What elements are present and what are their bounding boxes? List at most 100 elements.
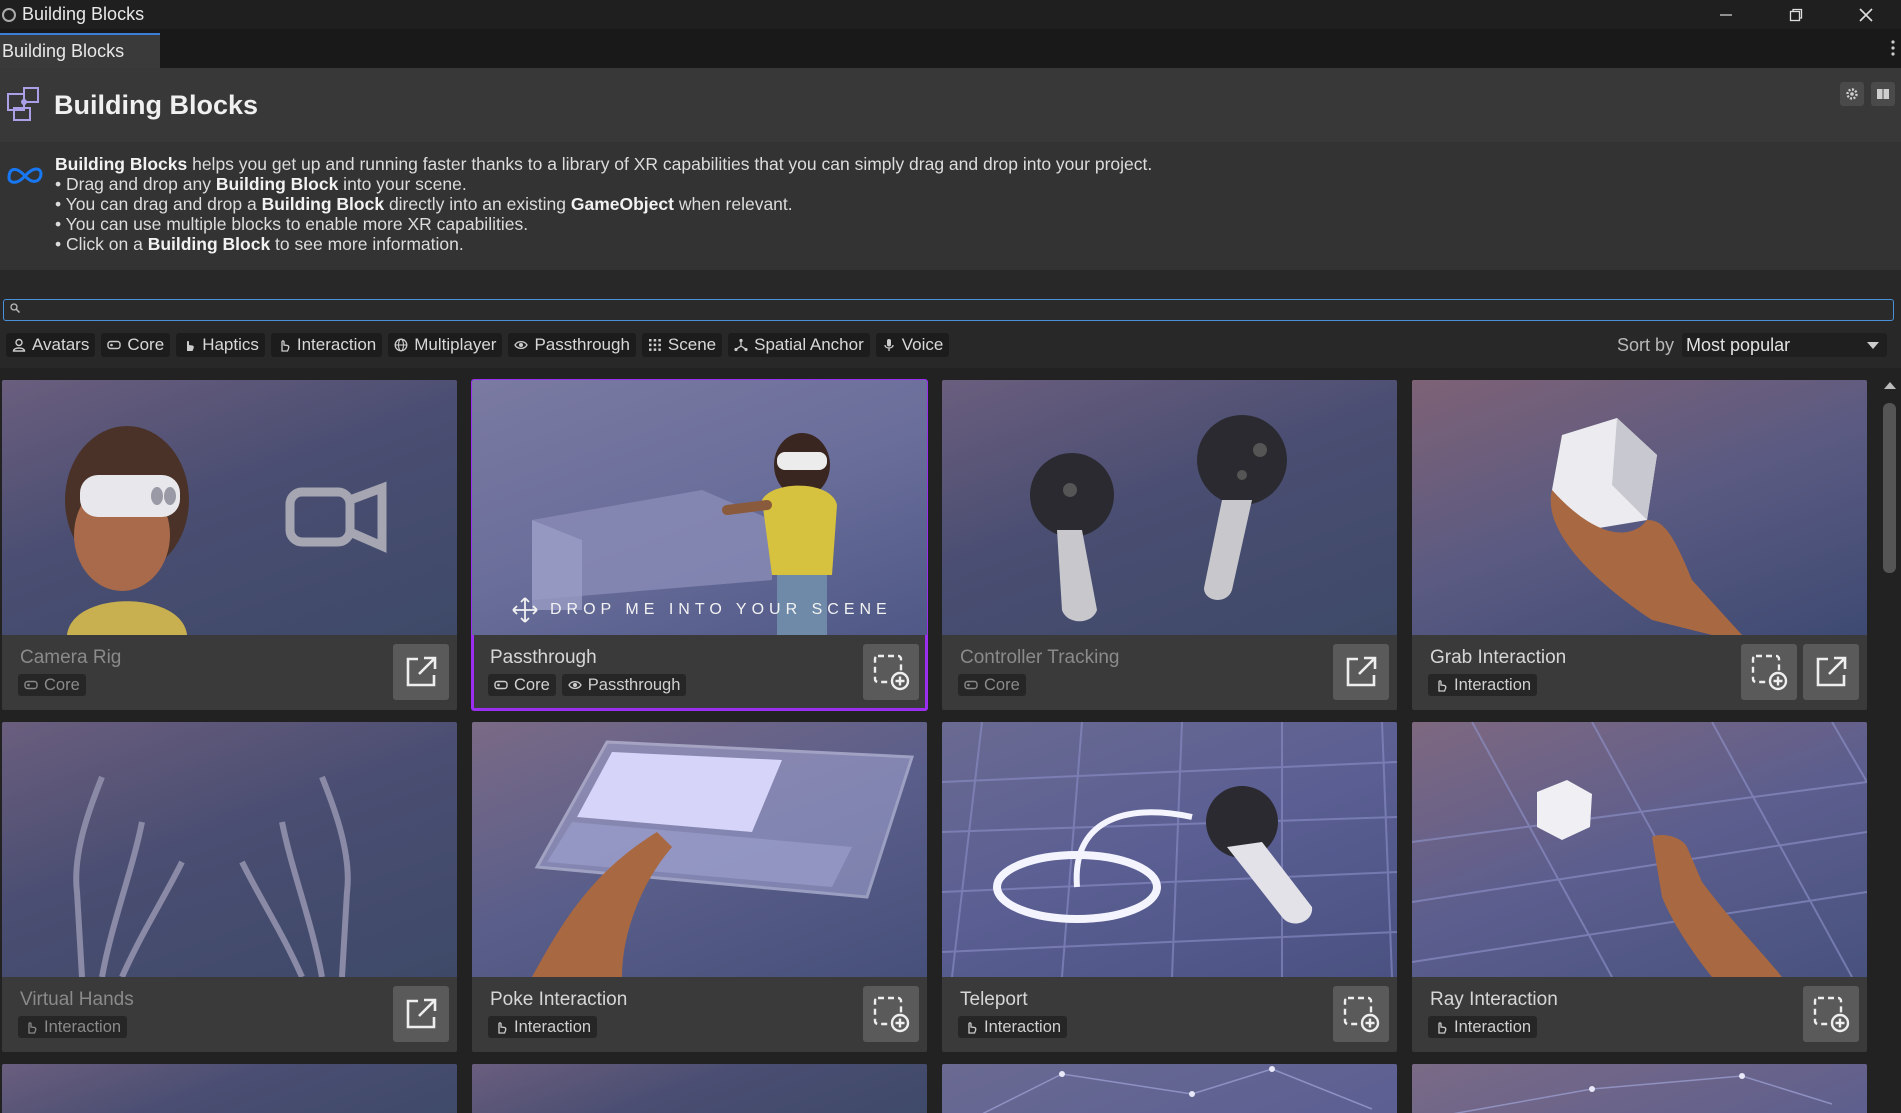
documentation-button[interactable] [1871, 82, 1895, 106]
block-card-ray-interaction[interactable]: Ray Interaction Interaction [1412, 722, 1867, 1052]
block-card-partial[interactable] [472, 1064, 927, 1113]
pointer-hand-icon [1438, 680, 1447, 692]
block-card-partial[interactable] [2, 1064, 457, 1113]
pointer-hand-icon [28, 1022, 37, 1034]
add-to-scene-icon [1343, 996, 1380, 1033]
block-card-partial[interactable] [1412, 1064, 1867, 1113]
block-card-passthrough[interactable]: DROP ME INTO YOUR SCENE Passthrough Core… [471, 379, 928, 711]
minimize-button[interactable] [1691, 0, 1761, 29]
network-illustration [982, 1066, 1373, 1113]
tag-interaction: Interaction [958, 1016, 1068, 1038]
block-card-teleport[interactable]: Teleport Interaction [942, 722, 1397, 1052]
scrollbar-thumb[interactable] [1883, 403, 1896, 573]
pointer-hand-icon [498, 1022, 507, 1034]
card-tags: Interaction [1428, 1016, 1538, 1038]
book-icon [1877, 89, 1889, 99]
controllers-illustration [1030, 415, 1287, 622]
filter-interaction[interactable]: Interaction [270, 333, 383, 357]
open-documentation-button[interactable] [1803, 644, 1859, 700]
filter-core[interactable]: Core [101, 333, 171, 357]
block-card-grab-interaction[interactable]: Grab Interaction Interaction [1412, 380, 1867, 710]
card-image [942, 380, 1397, 635]
search-icon [10, 303, 20, 313]
info-line-3: • You can use multiple blocks to enable … [55, 214, 529, 234]
grid-scrollbar[interactable] [1878, 368, 1901, 1113]
tag-interaction: Interaction [1428, 1016, 1538, 1038]
scroll-up-arrow-icon[interactable] [1884, 382, 1896, 389]
dot-grid-icon [648, 339, 661, 351]
headset-icon [494, 680, 508, 690]
add-block-button[interactable] [863, 986, 919, 1042]
window-titlebar: Building Blocks [0, 0, 1901, 29]
card-tags: Core Passthrough [488, 674, 687, 696]
filter-voice[interactable]: Voice [875, 333, 950, 357]
camera-rig-illustration [65, 426, 387, 635]
card-title: Grab Interaction [1430, 647, 1567, 668]
sort-label: Sort by [1617, 334, 1675, 355]
card-image [942, 1064, 1397, 1113]
more-options-icon[interactable] [1891, 39, 1895, 62]
person-icon [12, 338, 26, 352]
add-block-button[interactable] [1333, 986, 1389, 1042]
external-link-icon [406, 656, 437, 687]
open-documentation-button[interactable] [393, 644, 449, 700]
block-card-controller-tracking[interactable]: Controller Tracking Core [942, 380, 1397, 710]
card-title: Ray Interaction [1430, 989, 1558, 1010]
microphone-icon [884, 339, 894, 351]
page-title: Building Blocks [54, 90, 259, 120]
settings-button[interactable] [1840, 82, 1864, 106]
add-block-button[interactable] [1803, 986, 1859, 1042]
block-card-poke-interaction[interactable]: Poke Interaction Interaction [472, 722, 927, 1052]
card-title: Camera Rig [20, 647, 122, 668]
filter-spatial-anchor[interactable]: Spatial Anchor [728, 333, 870, 357]
filter-multiplayer[interactable]: Multiplayer [388, 333, 503, 357]
filter-passthrough[interactable]: Passthrough [508, 333, 636, 357]
headset-icon [24, 680, 38, 690]
external-link-icon [1346, 656, 1377, 687]
block-card-virtual-hands[interactable]: Virtual Hands Interaction [2, 722, 457, 1052]
close-button[interactable] [1831, 0, 1901, 29]
info-intro: Building Blocks helps you get up and run… [55, 154, 1153, 174]
eye-icon [514, 340, 529, 350]
tab-building-blocks[interactable]: Building Blocks [0, 33, 160, 68]
card-image [472, 1064, 927, 1113]
pointer-hand-icon [968, 1022, 977, 1034]
tag-core: Core [488, 674, 556, 696]
hand-tap-icon [187, 340, 194, 351]
page-header: Building Blocks [0, 68, 1901, 142]
card-tags: Interaction [488, 1016, 598, 1038]
sort-value: Most popular [1686, 334, 1791, 355]
grab-cube-illustration [1550, 418, 1742, 635]
card-image [1412, 1064, 1867, 1113]
search-input[interactable] [26, 300, 1886, 319]
card-image [2, 380, 457, 635]
info-line-2: • You can drag and drop a Building Block… [55, 194, 793, 214]
sort-dropdown[interactable]: Most popular [1682, 333, 1888, 357]
add-block-button[interactable] [1741, 644, 1797, 700]
window-controls [1691, 0, 1901, 29]
filter-scene[interactable]: Scene [641, 333, 723, 357]
add-block-button[interactable] [863, 644, 919, 700]
card-image [2, 1064, 457, 1113]
filter-avatars[interactable]: Avatars [6, 333, 96, 357]
drop-hint-text: DROP ME INTO YOUR SCENE [550, 601, 892, 618]
filter-haptics[interactable]: Haptics [176, 333, 265, 357]
card-title: Passthrough [490, 647, 597, 668]
add-to-scene-icon [1813, 996, 1850, 1033]
info-line-4: • Click on a Building Block to see more … [55, 234, 464, 254]
block-card-camera-rig[interactable]: Camera Rig Core [2, 380, 457, 710]
card-image [1412, 380, 1867, 635]
card-tags: Interaction [1428, 674, 1538, 696]
block-card-partial[interactable] [942, 1064, 1397, 1113]
pointer-hand-icon [1438, 1022, 1447, 1034]
card-title: Virtual Hands [20, 989, 134, 1010]
search-bar[interactable] [3, 299, 1894, 321]
maximize-button[interactable] [1761, 0, 1831, 29]
info-panel: Building Blocks helps you get up and run… [0, 142, 1901, 270]
unity-app-icon [2, 7, 16, 22]
filter-chips: Avatars Core Haptics Interaction Multipl… [6, 333, 950, 357]
open-documentation-button[interactable] [393, 986, 449, 1042]
card-tags: Core [18, 674, 86, 696]
open-documentation-button[interactable] [1333, 644, 1389, 700]
eye-icon [568, 680, 582, 690]
